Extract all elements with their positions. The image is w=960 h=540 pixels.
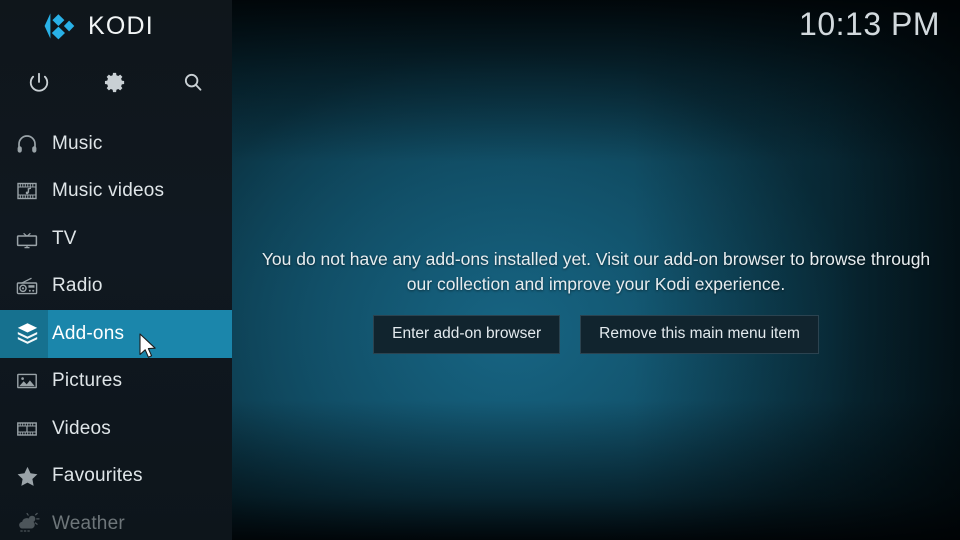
brand: KODI — [0, 0, 232, 52]
sidebar-item-label: Videos — [52, 417, 111, 439]
brand-title: KODI — [88, 11, 154, 40]
empty-state-message: You do not have any add-ons installed ye… — [261, 249, 931, 294]
sidebar-item-videos[interactable]: Videos — [0, 405, 232, 453]
gear-icon — [104, 71, 127, 94]
sidebar-item-label: Radio — [52, 275, 103, 297]
tv-icon — [0, 227, 48, 251]
film-strip-icon — [0, 417, 48, 441]
sidebar-item-radio[interactable]: Radio — [0, 263, 232, 311]
kodi-home-screen: 10:13 PM KODI Music Music videos TV Radi… — [0, 0, 960, 540]
sidebar-item-tv[interactable]: TV — [0, 215, 232, 263]
search-button[interactable] — [154, 60, 231, 104]
remove-menu-item-button[interactable]: Remove this main menu item — [580, 314, 819, 354]
power-icon — [28, 71, 50, 93]
sidebar-item-label: Weather — [52, 512, 125, 534]
sidebar-item-music[interactable]: Music — [0, 120, 232, 168]
top-action-bar — [0, 60, 232, 104]
weather-icon — [0, 511, 48, 536]
clock: 10:13 PM — [799, 6, 940, 42]
sidebar-item-label: Pictures — [52, 370, 123, 392]
sidebar: KODI Music Music videos TV Radio Add-ons… — [0, 0, 232, 540]
sidebar-item-weather[interactable]: Weather — [0, 500, 232, 540]
sidebar-item-label: TV — [52, 227, 77, 249]
sidebar-item-label: Add-ons — [52, 322, 125, 344]
radio-icon — [0, 274, 48, 298]
main-content: You do not have any add-ons installed ye… — [232, 0, 960, 540]
sidebar-item-add-ons[interactable]: Add-ons — [0, 310, 232, 358]
power-button[interactable] — [0, 60, 77, 104]
search-icon — [182, 71, 204, 93]
pictures-icon — [0, 369, 48, 393]
sidebar-item-label: Music videos — [52, 180, 165, 202]
main-menu: Music Music videos TV Radio Add-ons Pict… — [0, 120, 232, 540]
music-video-icon — [0, 179, 48, 203]
sidebar-item-label: Favourites — [52, 465, 143, 487]
action-buttons: Enter add-on browser Remove this main me… — [373, 314, 819, 354]
sidebar-item-pictures[interactable]: Pictures — [0, 358, 232, 406]
kodi-logo-icon — [42, 11, 76, 41]
settings-button[interactable] — [77, 60, 154, 104]
star-icon — [0, 464, 48, 489]
enter-addon-browser-button[interactable]: Enter add-on browser — [373, 314, 561, 354]
sidebar-item-favourites[interactable]: Favourites — [0, 453, 232, 501]
sidebar-item-label: Music — [52, 132, 103, 154]
headphones-icon — [0, 132, 48, 156]
addons-box-icon — [0, 321, 48, 346]
sidebar-item-music-videos[interactable]: Music videos — [0, 168, 232, 216]
